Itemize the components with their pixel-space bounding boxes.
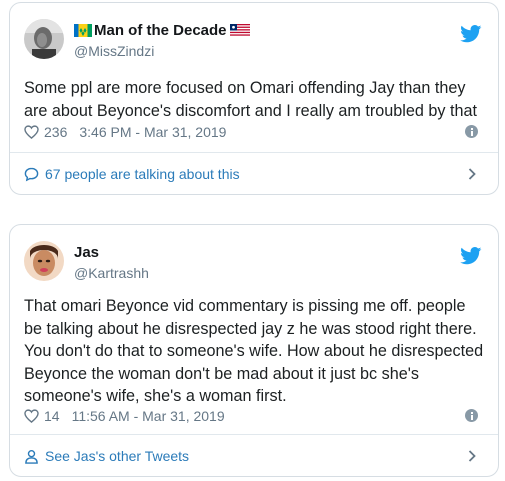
conversation-link[interactable]: 67 people are talking about this bbox=[10, 154, 498, 194]
tweet-meta: 14 11:56 AM - Mar 31, 2019 bbox=[24, 407, 484, 425]
tweet-header: Man of the Decade @MissZindzi bbox=[24, 17, 484, 61]
embedded-tweet-2[interactable]: Jas @Kartrashh That omari Beyonce vid co… bbox=[9, 224, 499, 477]
divider bbox=[10, 434, 498, 435]
display-name[interactable]: Jas bbox=[74, 243, 149, 262]
other-tweets-link[interactable]: See Jas's other Tweets bbox=[10, 436, 498, 476]
flag-liberia-icon bbox=[229, 24, 250, 37]
person-icon bbox=[25, 449, 38, 464]
handle[interactable]: @MissZindzi bbox=[74, 42, 250, 60]
tweet-header: Jas @Kartrashh bbox=[24, 239, 484, 283]
embedded-tweet-1[interactable]: Man of the Decade @MissZindzi Some ppl a… bbox=[9, 2, 499, 195]
tweet-text: Some ppl are more focused on Omari offen… bbox=[24, 79, 477, 120]
display-name: Man of the Decade bbox=[94, 22, 227, 39]
handle[interactable]: @Kartrashh bbox=[74, 264, 149, 282]
like-count[interactable]: 236 bbox=[44, 124, 67, 140]
heart-icon[interactable] bbox=[24, 125, 39, 139]
chevron-right-icon[interactable] bbox=[468, 450, 476, 462]
twitter-bird-icon[interactable] bbox=[460, 25, 482, 43]
info-icon[interactable] bbox=[465, 125, 478, 138]
tweet-text: That omari Beyonce vid commentary is pis… bbox=[24, 297, 484, 405]
other-tweets-link-label[interactable]: See Jas's other Tweets bbox=[45, 448, 189, 464]
info-icon[interactable] bbox=[465, 409, 478, 422]
display-name-row[interactable]: Man of the Decade bbox=[74, 21, 250, 40]
tweet-meta: 236 3:46 PM - Mar 31, 2019 bbox=[24, 123, 484, 141]
avatar[interactable] bbox=[24, 241, 64, 281]
speech-bubble-icon bbox=[24, 167, 39, 181]
avatar[interactable] bbox=[24, 19, 64, 59]
conversation-link-label[interactable]: 67 people are talking about this bbox=[45, 166, 240, 182]
like-count[interactable]: 14 bbox=[44, 408, 60, 424]
chevron-right-icon[interactable] bbox=[468, 168, 476, 180]
timestamp[interactable]: 11:56 AM - Mar 31, 2019 bbox=[72, 408, 225, 424]
timestamp[interactable]: 3:46 PM - Mar 31, 2019 bbox=[79, 124, 226, 140]
flag-saint-vincent-icon bbox=[74, 24, 92, 37]
twitter-bird-icon[interactable] bbox=[460, 247, 482, 265]
heart-icon[interactable] bbox=[24, 409, 39, 423]
divider bbox=[10, 152, 498, 153]
